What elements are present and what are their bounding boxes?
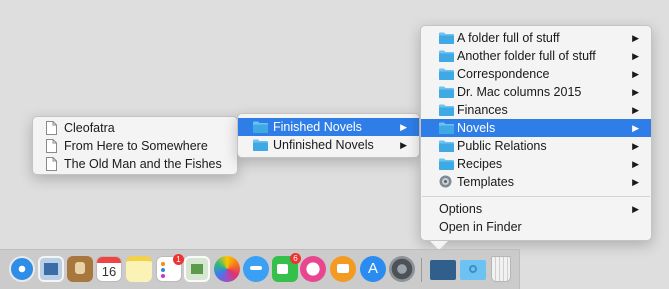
submenu-arrow-icon: ▶ bbox=[632, 51, 639, 61]
menu-item-folder-stuff[interactable]: A folder full of stuff ▶ bbox=[421, 29, 651, 47]
folder-icon bbox=[439, 50, 454, 62]
document-item-old-man-and-the-fishes[interactable]: The Old Man and the Fishes bbox=[33, 155, 237, 173]
menu-item-unfinished-novels[interactable]: Unfinished Novels ▶ bbox=[238, 136, 419, 154]
documents-stack-icon[interactable] bbox=[430, 260, 456, 280]
system-preferences-icon[interactable] bbox=[389, 256, 415, 282]
itunes-icon[interactable] bbox=[300, 256, 326, 282]
submenu-arrow-icon: ▶ bbox=[400, 140, 407, 150]
ibooks-icon[interactable] bbox=[330, 256, 356, 282]
menu-item-label: Public Relations bbox=[457, 139, 547, 153]
submenu-arrow-icon: ▶ bbox=[632, 159, 639, 169]
menu-item-label: Options bbox=[439, 202, 483, 216]
submenu-arrow-icon: ▶ bbox=[632, 33, 639, 43]
reminders-icon[interactable]: 1 bbox=[156, 254, 184, 282]
document-item-cleofatra[interactable]: Cleofatra bbox=[33, 119, 237, 137]
dock-separator bbox=[421, 258, 422, 282]
submenu-arrow-icon: ▶ bbox=[632, 177, 639, 187]
facetime-badge: 6 bbox=[290, 253, 301, 264]
menu-item-label: Dr. Mac columns 2015 bbox=[457, 85, 582, 99]
menu-item-label: Open in Finder bbox=[439, 220, 522, 234]
document-label: Cleofatra bbox=[64, 121, 115, 135]
folder-icon bbox=[439, 68, 454, 80]
folder-icon bbox=[439, 32, 454, 44]
menu-item-another-folder[interactable]: Another folder full of stuff ▶ bbox=[421, 47, 651, 65]
menu-item-label: Novels bbox=[457, 121, 496, 135]
submenu-arrow-icon: ▶ bbox=[632, 123, 639, 133]
menu-item-label: Recipes bbox=[457, 157, 503, 171]
document-label: The Old Man and the Fishes bbox=[64, 157, 222, 171]
menu-separator bbox=[422, 196, 650, 197]
menu-item-label: Finances bbox=[457, 103, 508, 117]
menu-item-templates[interactable]: Templates ▶ bbox=[421, 173, 651, 191]
folder-icon bbox=[439, 122, 454, 134]
menu-item-novels[interactable]: Novels ▶ bbox=[421, 119, 651, 137]
folder-icon bbox=[439, 86, 454, 98]
calendar-icon[interactable]: 16 bbox=[96, 256, 122, 282]
trash-icon[interactable] bbox=[491, 256, 511, 282]
folder-icon bbox=[439, 158, 454, 170]
menu-item-label: Unfinished Novels bbox=[273, 138, 374, 152]
facetime-icon[interactable]: 6 bbox=[272, 253, 301, 282]
menu-item-finished-novels[interactable]: Finished Novels ▶ bbox=[238, 118, 419, 136]
menu-item-label: Another folder full of stuff bbox=[457, 49, 596, 63]
templates-folder-icon bbox=[439, 175, 452, 188]
submenu-arrow-icon: ▶ bbox=[400, 122, 407, 132]
folder-icon bbox=[439, 104, 454, 116]
menu-item-public-relations[interactable]: Public Relations ▶ bbox=[421, 137, 651, 155]
contacts-icon[interactable] bbox=[67, 256, 93, 282]
submenu-arrow-icon: ▶ bbox=[632, 69, 639, 79]
messages-icon[interactable] bbox=[243, 256, 269, 282]
submenu-arrow-icon: ▶ bbox=[632, 87, 639, 97]
menu-item-options[interactable]: Options ▶ bbox=[421, 200, 651, 218]
menu-item-label: Correspondence bbox=[457, 67, 550, 81]
menu-item-label: Finished Novels bbox=[273, 120, 362, 134]
reminders-badge: 1 bbox=[173, 254, 184, 265]
photos-icon[interactable] bbox=[214, 256, 240, 282]
preview-icon[interactable] bbox=[184, 256, 210, 282]
menu-item-finances[interactable]: Finances ▶ bbox=[421, 101, 651, 119]
document-label: From Here to Somewhere bbox=[64, 139, 208, 153]
menu-item-correspondence[interactable]: Correspondence ▶ bbox=[421, 65, 651, 83]
menu-item-recipes[interactable]: Recipes ▶ bbox=[421, 155, 651, 173]
menu-item-open-in-finder[interactable]: Open in Finder bbox=[421, 218, 651, 236]
folder-icon bbox=[253, 121, 268, 133]
submenu-arrow-icon: ▶ bbox=[632, 141, 639, 151]
photos-preview-icon[interactable] bbox=[38, 256, 64, 282]
document-icon bbox=[46, 157, 57, 171]
menu-item-label: A folder full of stuff bbox=[457, 31, 560, 45]
safari-icon[interactable] bbox=[9, 256, 35, 282]
app-store-icon[interactable]: A bbox=[360, 256, 386, 282]
calendar-day: 16 bbox=[101, 264, 117, 279]
menu-item-dr-mac-columns[interactable]: Dr. Mac columns 2015 ▶ bbox=[421, 83, 651, 101]
folder-stack-icon[interactable] bbox=[460, 260, 486, 280]
menu-item-label: Templates bbox=[457, 175, 514, 189]
submenu-arrow-icon: ▶ bbox=[632, 204, 639, 214]
document-icon bbox=[46, 139, 57, 153]
folder-icon bbox=[439, 140, 454, 152]
dock: 16 1 6 A bbox=[0, 249, 520, 289]
folder-icon bbox=[253, 139, 268, 151]
stack-menu: A folder full of stuff ▶ Another folder … bbox=[420, 25, 652, 241]
documents-submenu: Cleofatra From Here to Somewhere The Old… bbox=[32, 116, 238, 175]
novels-submenu: Finished Novels ▶ Unfinished Novels ▶ bbox=[237, 113, 420, 158]
notes-icon[interactable] bbox=[126, 256, 152, 282]
document-icon bbox=[46, 121, 57, 135]
submenu-arrow-icon: ▶ bbox=[632, 105, 639, 115]
document-item-from-here-to-somewhere[interactable]: From Here to Somewhere bbox=[33, 137, 237, 155]
